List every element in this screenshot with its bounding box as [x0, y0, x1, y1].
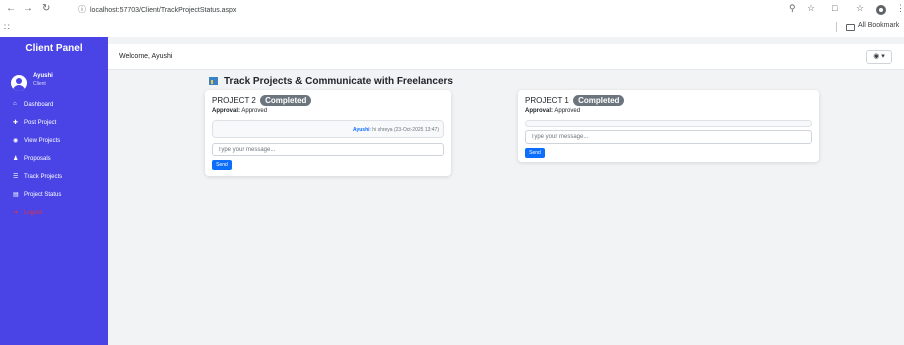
approval-status: Approval: Approved — [212, 108, 268, 114]
extensions-icon[interactable]: □ — [832, 3, 837, 13]
sidebar-item-post-project[interactable]: ✚ Post Project — [0, 117, 108, 131]
avatar — [11, 75, 27, 91]
address-bar[interactable]: ⓘ localhost:57703/Client/TrackProjectStat… — [78, 3, 236, 17]
browser-chrome: ← → ↻ ⓘ localhost:57703/Client/TrackProje… — [0, 0, 904, 37]
project-card: PROJECT 2 Completed Approval: Approved A… — [205, 90, 451, 176]
chart-icon — [209, 77, 218, 85]
send-button[interactable]: Send — [212, 160, 232, 170]
sidebar-item-dashboard[interactable]: ⌂ Dashboard — [0, 99, 108, 113]
user-menu-button[interactable]: ◉ ▾ — [866, 50, 892, 64]
sidebar-title: Client Panel — [25, 43, 83, 54]
zoom-icon[interactable]: ⚲ — [789, 3, 796, 14]
project-title: PROJECT 1 Completed — [525, 95, 625, 106]
project-title: PROJECT 2 Completed — [212, 95, 312, 106]
user-name: Ayushi — [33, 73, 53, 79]
project-card: PROJECT 1 Completed Approval: Approved S… — [518, 90, 819, 162]
status-icon: ▤ — [13, 192, 19, 198]
chat-message: Ayushi: hi shreya (23-Oct-2025 13:47) — [353, 127, 439, 133]
chat-box — [525, 120, 812, 127]
user-icon: ♟ — [13, 156, 19, 162]
chat-box: Ayushi: hi shreya (23-Oct-2025 13:47) — [212, 120, 444, 138]
more-icon[interactable]: ⋮ — [896, 3, 904, 14]
send-button[interactable]: Send — [525, 148, 545, 158]
site-info-icon[interactable]: ⓘ — [78, 5, 86, 14]
message-input[interactable] — [525, 130, 812, 144]
sidebar-item-view-projects[interactable]: ◉ View Projects — [0, 135, 108, 149]
user-role: Client — [33, 81, 46, 87]
top-bar: Welcome, Ayushi ◉ ▾ — [108, 44, 904, 70]
plus-icon: ✚ — [13, 120, 19, 126]
page-title-text: Track Projects & Communicate with Freela… — [224, 76, 453, 87]
reload-icon[interactable]: ↻ — [42, 3, 50, 14]
forward-icon[interactable]: → — [23, 3, 33, 14]
folder-icon — [846, 24, 855, 31]
favorites-icon[interactable]: ☆ — [856, 3, 864, 14]
message-input[interactable] — [212, 143, 444, 156]
approval-status: Approval: Approved — [525, 108, 581, 114]
list-icon: ☰ — [13, 174, 19, 180]
sidebar-item-logout[interactable]: ➜ Logout — [0, 207, 108, 221]
user-circle-icon: ◉ — [873, 53, 880, 60]
eye-icon: ◉ — [13, 138, 19, 144]
logout-icon: ➜ — [13, 210, 19, 216]
chevron-down-icon: ▾ — [881, 53, 885, 60]
back-icon[interactable]: ← — [6, 3, 16, 14]
welcome-text: Welcome, Ayushi — [119, 53, 173, 60]
home-icon: ⌂ — [13, 101, 17, 107]
sidebar-item-track-projects[interactable]: ☰ Track Projects — [0, 171, 108, 185]
status-badge: Completed — [260, 95, 312, 106]
all-bookmarks[interactable]: All Bookmark — [858, 22, 899, 29]
star-icon[interactable]: ☆ — [807, 3, 815, 14]
apps-icon[interactable]: ∷ — [4, 22, 10, 33]
url-text: localhost:57703/Client/TrackProjectStatu… — [90, 7, 237, 14]
sidebar-item-project-status[interactable]: ▤ Project Status — [0, 189, 108, 203]
sidebar-item-proposals[interactable]: ♟ Proposals — [0, 153, 108, 167]
page-title: Track Projects & Communicate with Freela… — [209, 76, 453, 87]
status-badge: Completed — [573, 95, 625, 106]
sidebar: Client Panel Ayushi Client ⌂ Dashboard ✚… — [0, 37, 108, 345]
